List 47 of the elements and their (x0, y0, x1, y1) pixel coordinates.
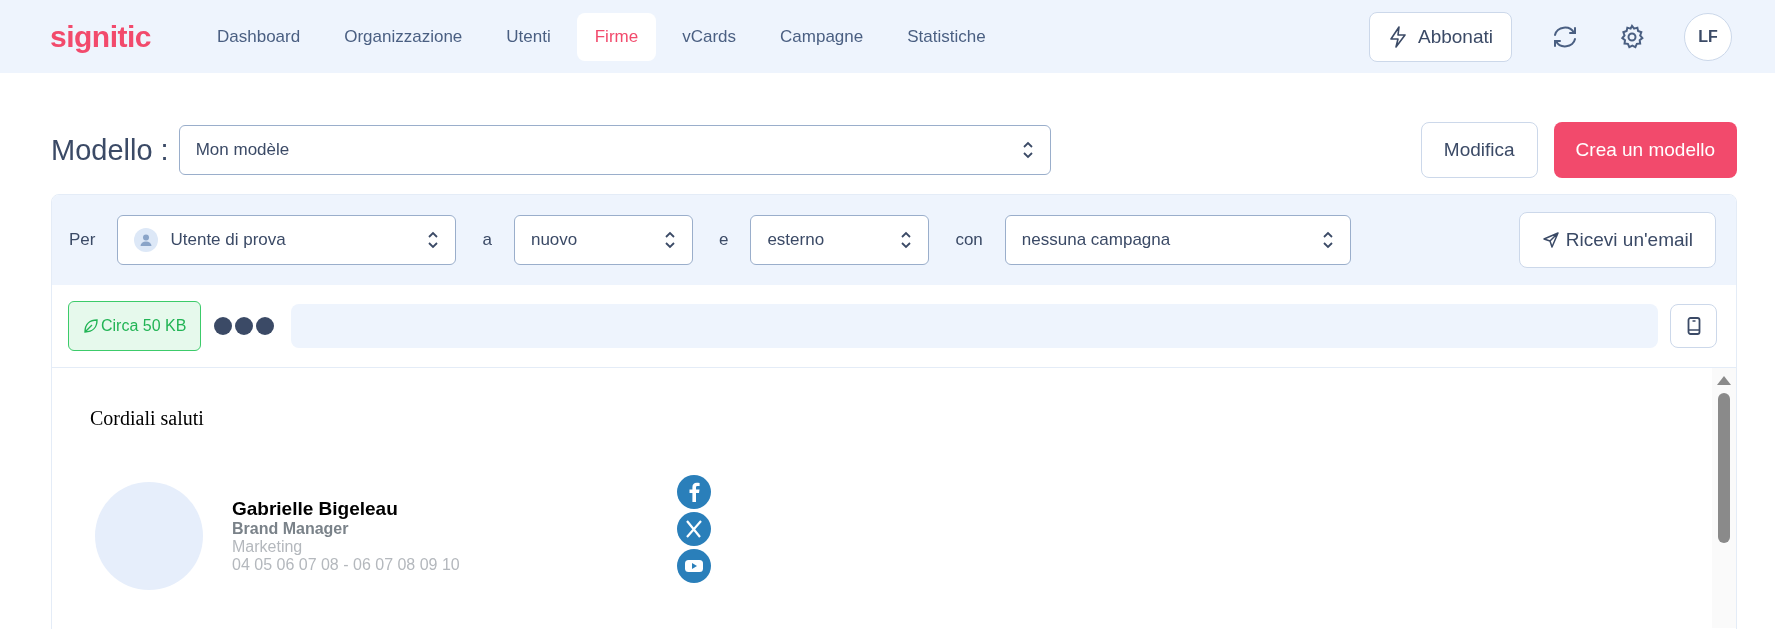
send-icon (1541, 231, 1560, 249)
lightning-icon (1388, 25, 1408, 48)
settings-icon[interactable] (1618, 22, 1646, 51)
filter-label: e (718, 230, 729, 250)
mobile-view-button[interactable] (1670, 304, 1717, 348)
send-email-button[interactable]: Ricevi un'email (1518, 212, 1716, 268)
subscribe-button[interactable]: Abbonati (1369, 11, 1512, 62)
person-name: Gabrielle Bigeleau (232, 498, 399, 520)
edit-button[interactable]: Modifica (1420, 122, 1538, 178)
department-text: Marketing (232, 538, 304, 556)
filter-select[interactable]: nuovo (513, 215, 693, 265)
x-icon[interactable] (677, 512, 711, 546)
user-icon (134, 228, 159, 252)
filter-select[interactable]: nessuna campagna (1004, 215, 1351, 265)
filter-select[interactable]: Utente di prova (117, 215, 457, 265)
scroll-up-icon[interactable] (1717, 375, 1731, 385)
video-play-icon[interactable] (677, 549, 711, 583)
model-label: Modello : (51, 133, 169, 167)
nav-tab[interactable]: Utenti (488, 12, 569, 61)
phone-text: 04 05 06 07 08 - 06 07 08 09 10 (232, 556, 461, 574)
scroll-thumb[interactable] (1718, 393, 1730, 543)
greeting-text: Cordiali saluti (90, 407, 205, 430)
chevron-icon (663, 231, 676, 249)
filter-label: con (955, 230, 983, 250)
nav-tab[interactable]: vCards (664, 12, 755, 61)
phone-icon (1686, 317, 1701, 335)
model-select[interactable]: Mon modèle (178, 125, 1051, 175)
nav-tab[interactable]: Organizzazione (326, 12, 481, 61)
nav-tab[interactable]: Firme (576, 12, 657, 61)
nav-tab[interactable]: Campagne (762, 12, 882, 61)
nav-tab[interactable]: Statistiche (889, 12, 1004, 61)
nav-tab[interactable]: Dashboard (199, 12, 319, 61)
filter-select[interactable]: esterno (750, 215, 930, 265)
create-button[interactable]: Crea un modello (1553, 122, 1737, 178)
facebook-icon[interactable] (677, 475, 711, 509)
size-badge: Circa 50 KB (68, 301, 202, 351)
leaf-icon (83, 318, 99, 334)
more-icon[interactable] (213, 316, 276, 336)
user-avatar[interactable]: LF (1684, 12, 1732, 61)
chevron-icon (1021, 141, 1034, 159)
chevron-icon (427, 231, 440, 249)
chevron-icon (1321, 231, 1334, 249)
scrollbar[interactable] (1712, 368, 1736, 628)
job-title: Brand Manager (232, 520, 350, 538)
chevron-icon (900, 231, 913, 249)
filter-label: Per (69, 230, 96, 250)
filter-label: a (482, 230, 492, 250)
